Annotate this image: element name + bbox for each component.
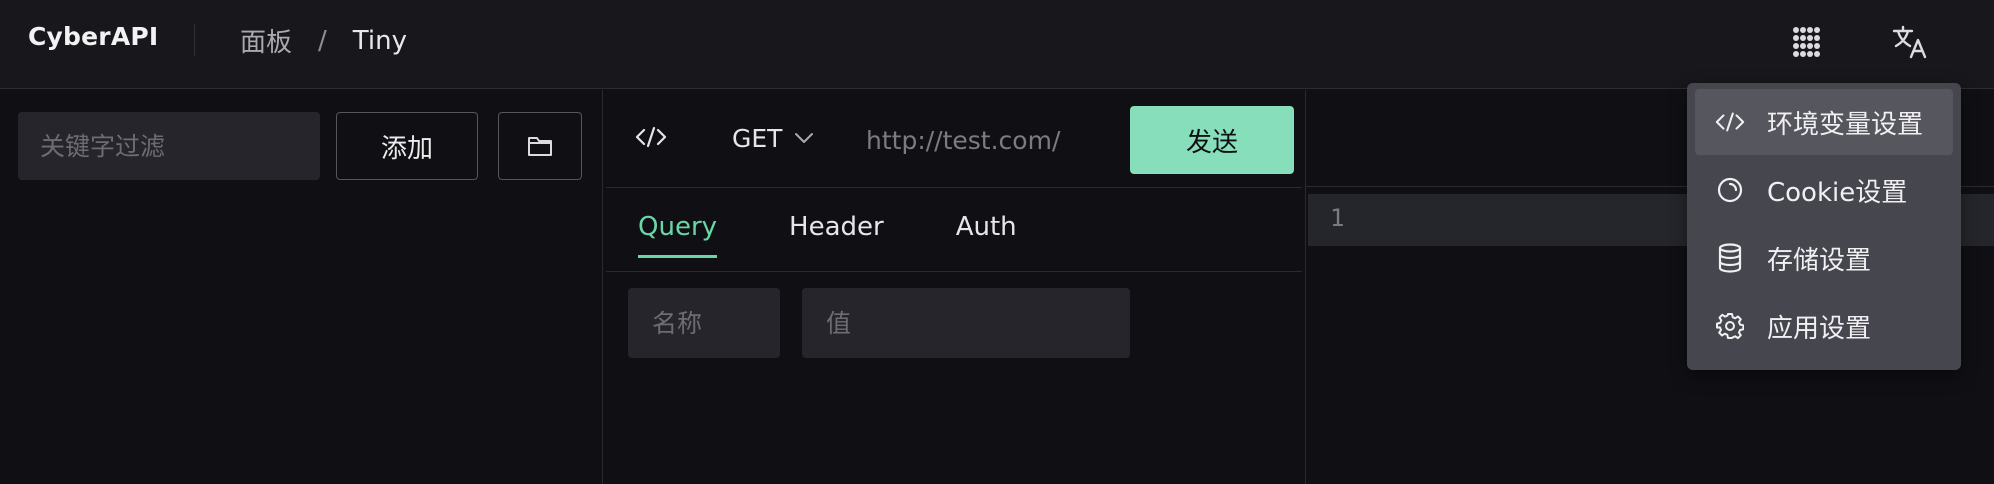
send-button[interactable]: 发送 xyxy=(1130,106,1294,174)
method-value: GET xyxy=(732,123,783,153)
line-number: 1 xyxy=(1330,204,1345,232)
code-icon xyxy=(1715,107,1745,137)
chevron-down-icon xyxy=(794,132,814,144)
breadcrumb-item-current: Tiny xyxy=(352,25,407,56)
breadcrumb-item-dashboard[interactable]: 面板 xyxy=(240,22,292,59)
folder-icon xyxy=(527,135,553,157)
cookie-icon xyxy=(1715,175,1745,205)
gear-icon xyxy=(1715,311,1745,341)
translate-icon[interactable] xyxy=(1888,20,1932,64)
tab-auth[interactable]: Auth xyxy=(956,212,1017,258)
breadcrumb: 面板 / Tiny xyxy=(240,22,407,59)
request-tabs: Query Header Auth xyxy=(638,212,1017,258)
app-title: CyberAPI xyxy=(28,22,159,51)
menu-item-label: Cookie设置 xyxy=(1767,177,1908,208)
collection-sidebar: 添加 xyxy=(0,90,603,484)
menu-item-cookie-settings[interactable]: Cookie设置 xyxy=(1695,157,1953,223)
top-bar: CyberAPI 面板 / Tiny xyxy=(0,0,1994,89)
settings-menu: 环境变量设置 Cookie设置 存储设置 应用设置 xyxy=(1687,83,1961,370)
add-button[interactable]: 添加 xyxy=(336,112,478,180)
url-input[interactable] xyxy=(860,114,1160,166)
brand-divider xyxy=(194,24,195,56)
method-select[interactable]: GET xyxy=(732,118,814,158)
menu-item-label: 应用设置 xyxy=(1767,313,1872,344)
grid-apps-icon[interactable] xyxy=(1785,20,1829,64)
divider xyxy=(606,271,1302,272)
database-icon xyxy=(1715,243,1745,273)
param-value-input[interactable] xyxy=(802,288,1130,358)
open-folder-button[interactable] xyxy=(498,112,582,180)
breadcrumb-separator: / xyxy=(318,25,327,56)
menu-item-env-settings[interactable]: 环境变量设置 xyxy=(1695,89,1953,155)
tab-query[interactable]: Query xyxy=(638,212,718,258)
menu-item-storage-settings[interactable]: 存储设置 xyxy=(1695,225,1953,291)
request-panel: GET 发送 Query Header Auth xyxy=(604,90,1304,484)
menu-item-label: 存储设置 xyxy=(1767,245,1872,276)
menu-item-label: 环境变量设置 xyxy=(1767,109,1924,140)
filter-input[interactable] xyxy=(18,112,320,180)
tab-header[interactable]: Header xyxy=(789,212,884,258)
param-name-input[interactable] xyxy=(628,288,780,358)
menu-item-app-settings[interactable]: 应用设置 xyxy=(1695,293,1953,359)
divider xyxy=(606,187,1302,188)
code-icon[interactable] xyxy=(630,116,672,158)
